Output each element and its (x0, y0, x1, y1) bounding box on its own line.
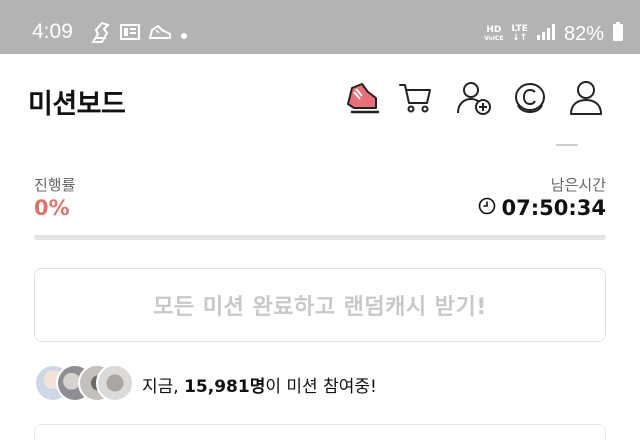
progress-label: 진행률 (34, 176, 76, 194)
remaining-time-label: 남은시간 (550, 176, 606, 194)
status-time: 4:09 (32, 20, 73, 43)
signal-strength-icon (536, 23, 556, 45)
data-arrows-icon: ↓↑ (512, 33, 528, 43)
sneaker-button[interactable] (342, 80, 382, 120)
coin-button[interactable] (510, 80, 550, 120)
mission-progress-section: 진행률 0% 남은시간 07:50:34 (34, 168, 606, 228)
hd-voice-indicator: HD VoICE (484, 25, 504, 43)
participants-count: 15,981명 (184, 376, 266, 397)
status-right-icons: HD VoICE LTE ↓↑ 82% (484, 20, 624, 48)
add-friend-icon (455, 79, 493, 121)
clock-icon (478, 196, 496, 220)
more-notifications-dot-icon (180, 25, 188, 44)
status-left-icons (90, 20, 188, 48)
battery-percent: 82% (563, 22, 604, 45)
profile-icon (568, 79, 604, 121)
app-header: 미션보드 (0, 54, 640, 150)
random-cash-reward-button[interactable]: 모든 미션 완료하고 랜덤캐시 받기! (34, 268, 606, 342)
add-friend-button[interactable] (454, 80, 494, 120)
progress-bar (34, 235, 606, 240)
cart-icon (397, 79, 435, 121)
sneaker-icon (342, 78, 382, 122)
coin-icon (511, 79, 549, 121)
page-title: 미션보드 (28, 89, 126, 120)
cart-button[interactable] (396, 80, 436, 120)
fitness-notification-icon (90, 20, 112, 48)
battery-icon (612, 22, 624, 46)
shoe-notification-icon (148, 22, 172, 46)
news-notification-icon (120, 22, 140, 46)
participants-row: 지금, 15,981명이 미션 참여중! (34, 364, 377, 404)
progress-value: 0% (34, 196, 70, 220)
avatar (96, 364, 134, 402)
remaining-time: 07:50:34 (478, 196, 606, 220)
lte-indicator: LTE ↓↑ (511, 24, 528, 43)
participants-text: 지금, 15,981명이 미션 참여중! (142, 376, 377, 397)
mission-card[interactable] (34, 424, 606, 440)
remaining-time-value: 07:50:34 (501, 196, 606, 220)
status-bar: 4:09 HD VoICE LTE ↓↑ 82% (0, 0, 640, 54)
header-shadow-mark (556, 144, 578, 146)
profile-button[interactable] (566, 80, 606, 120)
participant-avatars (34, 364, 134, 404)
